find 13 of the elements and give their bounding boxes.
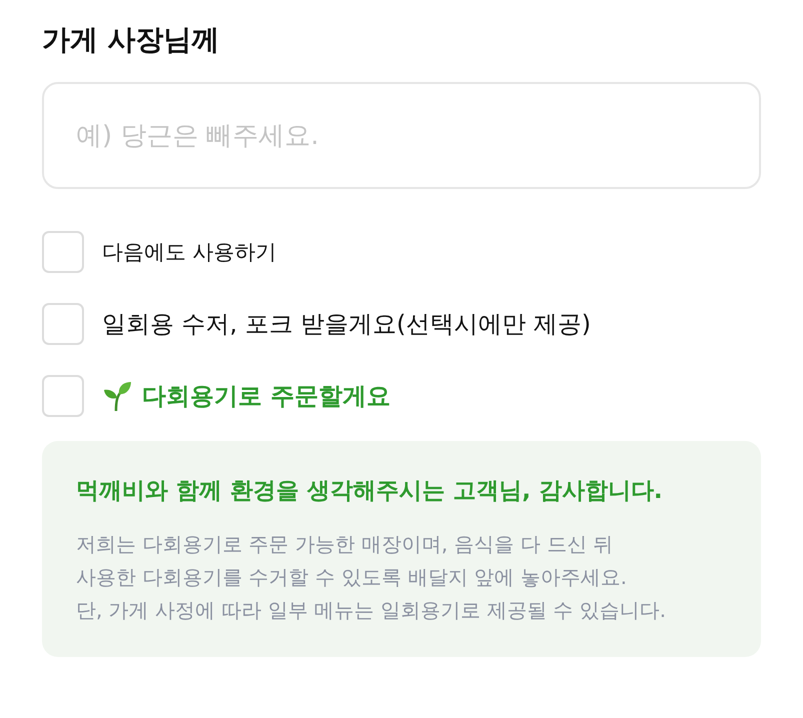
memo-input-field[interactable]: 예) 당근은 빼주세요. bbox=[42, 82, 761, 189]
checkbox[interactable] bbox=[42, 231, 84, 273]
checkbox[interactable] bbox=[42, 375, 84, 417]
info-text: 사용한 다회용기를 수거할 수 있도록 배달지 앞에 놓아주세요. bbox=[76, 564, 628, 591]
option-label: 다회용기로 주문할게요 bbox=[142, 381, 390, 412]
checkbox[interactable] bbox=[42, 303, 84, 345]
info-text: 저희는 다회용기로 주문 가능한 매장이며, 음식을 다 드신 뒤 bbox=[76, 531, 614, 558]
info-text: 단, 가게 사정에 따라 일부 메뉴는 일회용기로 제공될 수 있습니다. bbox=[76, 597, 667, 624]
option-label: 다음에도 사용하기 bbox=[102, 239, 277, 266]
sprout-icon bbox=[102, 380, 132, 412]
option-label: 일회용 수저, 포크 받을게요(선택시에만 제공) bbox=[102, 309, 591, 340]
info-heading: 먹깨비와 함께 환경을 생각해주시는 고객님, 감사합니다. bbox=[76, 477, 664, 506]
section-title: 가게 사장님께 bbox=[42, 22, 221, 58]
